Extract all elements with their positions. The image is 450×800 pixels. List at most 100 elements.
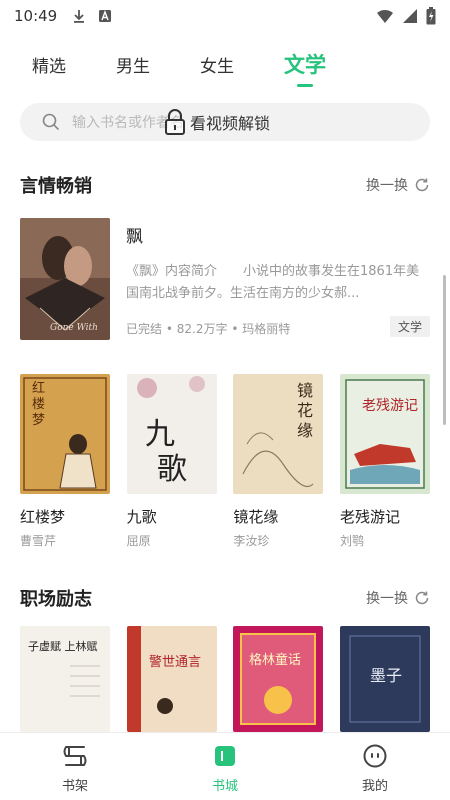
meta-separator: •: [165, 322, 177, 336]
book-author: 玛格丽特: [242, 322, 291, 336]
wifi-icon: [377, 9, 393, 23]
book-cover: 警世通言: [126, 626, 217, 732]
book-author: 李汝珍: [233, 534, 270, 548]
lock-icon: [165, 109, 185, 135]
section-header-romance: 言情畅销 换一换: [20, 170, 430, 200]
battery-charging-icon: [426, 7, 436, 25]
refresh-button[interactable]: 换一换: [366, 175, 430, 195]
book-grid-career: 子虚赋 上林赋 警世通言 格林童话 墨子: [20, 626, 430, 732]
svg-text:梦: 梦: [32, 413, 45, 428]
book-title: 镜花缘: [233, 508, 279, 526]
tab-female[interactable]: 女生: [200, 40, 234, 77]
svg-text:老残游记: 老残游记: [362, 398, 418, 414]
book-item[interactable]: 警世通言: [126, 626, 217, 732]
nav-bookstore[interactable]: 书城: [150, 733, 300, 800]
book-cover-image: 格林童话: [233, 626, 324, 732]
tab-label: 女生: [200, 57, 234, 77]
book-cover-image: 子虚赋 上林赋: [20, 626, 110, 732]
nav-profile[interactable]: 我的: [300, 733, 450, 800]
book-cover-image: 警世通言: [126, 626, 217, 732]
svg-text:花: 花: [297, 401, 313, 420]
cover-title: 格林童话: [249, 652, 301, 668]
svg-text:红: 红: [32, 380, 45, 396]
refresh-label: 换一换: [366, 178, 408, 194]
book-cover-image: 红 楼 梦: [20, 374, 110, 494]
book-item[interactable]: 九 歌 九歌 屈原: [126, 374, 217, 549]
refresh-button[interactable]: 换一换: [366, 588, 430, 608]
book-cover-image: 九 歌: [126, 374, 217, 494]
status-bar: 10:49: [0, 0, 450, 32]
nav-bookshelf[interactable]: 书架: [0, 733, 150, 800]
book-author: 屈原: [126, 534, 151, 548]
book-cover: Gone With: [20, 218, 110, 340]
book-item[interactable]: 红 楼 梦 红楼梦 曹雪芹: [20, 374, 110, 549]
book-cover: 子虚赋 上林赋: [20, 626, 110, 732]
svg-text:九: 九: [145, 417, 175, 452]
refresh-label: 换一换: [366, 591, 408, 607]
unlock-text: 看视频解锁: [190, 114, 271, 133]
svg-text:歌: 歌: [157, 452, 187, 487]
featured-book[interactable]: Gone With 飘 《飘》内容简介 小说中的故事发生在1861年美国南北战争…: [20, 218, 430, 340]
tab-featured[interactable]: 精选: [32, 40, 66, 77]
svg-text:Gone With: Gone With: [50, 323, 98, 333]
bookshelf-icon: [63, 746, 87, 766]
book-item[interactable]: 老残游记 老残游记 刘鹗: [339, 374, 430, 549]
video-unlock-overlay[interactable]: 看视频解锁: [164, 106, 270, 138]
book-title: 红楼梦: [20, 508, 66, 526]
book-cover: 镜 花 缘: [233, 374, 324, 494]
book-author: 刘鹗: [339, 534, 364, 548]
profile-icon: [363, 744, 387, 768]
book-author: 曹雪芹: [20, 534, 57, 548]
book-item[interactable]: 格林童话: [233, 626, 324, 732]
bottom-nav: 书架 书城 我的: [0, 732, 450, 800]
download-icon: [74, 10, 85, 23]
cover-title: 子虚赋 上林赋: [28, 639, 98, 653]
cover-title: 警世通言: [149, 654, 201, 670]
status-indicators: [376, 7, 436, 25]
book-item[interactable]: 墨子: [339, 626, 430, 732]
svg-text:缘: 缘: [297, 421, 313, 440]
tab-label: 男生: [116, 57, 150, 77]
section-title: 职场励志: [20, 589, 92, 610]
meta-separator: •: [231, 322, 243, 336]
refresh-icon: [415, 178, 429, 192]
featured-info: 飘 《飘》内容简介 小说中的故事发生在1861年美国南北战争前夕。生活在南方的少…: [126, 218, 430, 340]
genre-tag: 文学: [389, 316, 430, 337]
status-time: 10:49: [14, 7, 58, 25]
tab-label: 精选: [32, 57, 66, 77]
book-title: 九歌: [126, 508, 157, 526]
book-item[interactable]: 镜 花 缘 镜花缘 李汝珍: [233, 374, 324, 549]
book-title: 飘: [126, 227, 143, 247]
book-cover-image: 墨子: [339, 626, 430, 732]
cover-title: 墨子: [370, 666, 402, 685]
app-notification-icon: [99, 10, 112, 22]
book-cover: 老残游记: [339, 374, 430, 494]
tab-label: 文学: [284, 53, 326, 77]
scrollbar[interactable]: [443, 275, 446, 425]
tab-male[interactable]: 男生: [116, 40, 150, 77]
category-tabs: 精选 男生 女生 文学: [0, 40, 450, 90]
bookstore-icon: [215, 746, 235, 766]
nav-label: 我的: [361, 779, 388, 794]
refresh-icon: [415, 591, 429, 605]
book-cover-image: 镜 花 缘: [233, 374, 324, 494]
tab-literature[interactable]: 文学: [284, 40, 326, 87]
book-cover: 九 歌: [126, 374, 217, 494]
book-meta: 已完结 • 82.2万字 • 玛格丽特: [126, 320, 290, 337]
word-count: 82.2万字: [176, 322, 228, 336]
section-title: 言情畅销: [20, 176, 92, 197]
book-title: 老残游记: [339, 508, 400, 526]
nav-label: 书城: [211, 779, 238, 794]
section-header-career: 职场励志 换一换: [20, 583, 430, 613]
book-item[interactable]: 子虚赋 上林赋: [20, 626, 110, 732]
search-icon: [42, 113, 60, 131]
book-cover: 红 楼 梦: [20, 374, 110, 494]
book-status: 已完结: [126, 322, 163, 336]
book-description: 《飘》内容简介 小说中的故事发生在1861年美国南北战争前夕。生活在南方的少女郝…: [126, 264, 420, 301]
svg-text:镜: 镜: [297, 381, 313, 400]
svg-text:楼: 楼: [32, 397, 45, 412]
book-grid-romance: 红 楼 梦 红楼梦 曹雪芹 九 歌 九歌 屈原 镜 花 缘 镜花缘 李汝珍 老残…: [20, 374, 430, 549]
book-cover: 格林童话: [233, 626, 324, 732]
book-cover-image: 老残游记: [339, 374, 430, 494]
signal-icon: [403, 9, 417, 23]
